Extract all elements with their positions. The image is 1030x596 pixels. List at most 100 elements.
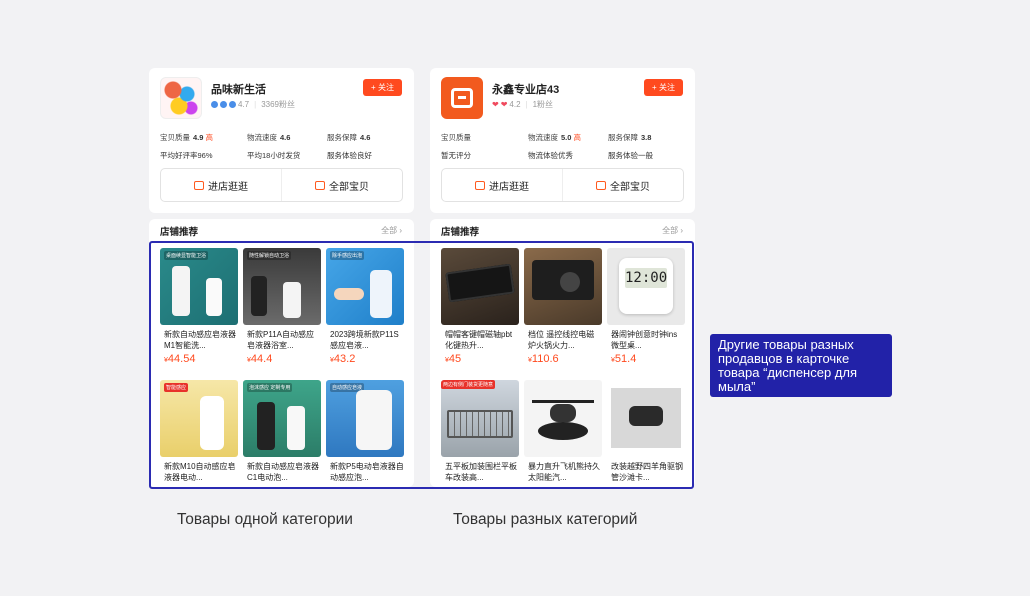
stat-label: 宝贝质量	[441, 133, 471, 142]
timer-display: 12:00	[625, 268, 668, 288]
product-card[interactable]: 改装越野四羊角驱钢管沙滩卡...	[607, 380, 685, 512]
product-name: 帽帽客键帽磁轴pbt化键热升...	[445, 330, 513, 350]
product-name: 暴力直升飞机熊持久太阳能汽...	[528, 462, 600, 482]
product-card[interactable]: 档位 遥控线控电磁炉火锅火力... ¥110.6	[524, 248, 602, 380]
shop-name[interactable]: 永鑫专业店43	[492, 81, 559, 97]
stat-sub: 物流体验优秀	[528, 151, 573, 160]
rotor-shape	[532, 400, 594, 403]
shop-stats: 宝贝质量 暂无评分 物流速度 5.0 高 物流体验优秀 服务保障 3.8 服务体验一般	[441, 132, 686, 162]
divider: |	[525, 100, 528, 109]
product-image: 12:00	[607, 248, 685, 325]
see-all-link[interactable]: 全部 ›	[381, 225, 402, 236]
product-name: 改装越野四羊角驱钢管沙滩卡...	[611, 462, 683, 482]
stat-label: 宝贝质量	[160, 133, 190, 142]
stat-sub: 暂无评分	[441, 151, 471, 160]
product-price: ¥43.2	[326, 353, 404, 365]
stat-logistics: 物流速度 5.0 高 物流体验优秀	[528, 132, 581, 161]
dispenser-shape	[283, 282, 301, 318]
dispenser-shape	[200, 396, 224, 450]
stat-sub: 服务体验一般	[608, 151, 653, 160]
chevron-right-icon: ›	[399, 226, 402, 235]
follow-button[interactable]: + 关注	[644, 79, 683, 96]
product-image: 桌面续显智能卫浴	[160, 248, 238, 325]
image-tag: 桌面续显智能卫浴	[164, 251, 209, 260]
hand-shape	[334, 288, 364, 300]
product-image: 智能感应	[160, 380, 238, 457]
heart-icon: ❤	[492, 100, 499, 109]
shop-logo[interactable]	[441, 77, 483, 119]
level-badge-icon	[220, 101, 227, 108]
shop-header: 永鑫专业店43 ❤ ❤ 4.2 | 1粉丝 + 关注	[441, 77, 683, 121]
bag-icon	[315, 180, 325, 190]
price-value: 51.4	[614, 353, 637, 365]
caption-right: Товары разных категорий	[453, 511, 638, 528]
product-price: ¥45	[441, 353, 519, 365]
stat-label: 物流速度	[528, 133, 558, 142]
product-name: 新款P11A自动感应皂液器浴室...	[247, 330, 314, 350]
product-name: 新款P5电动皂液器自动感应泡...	[330, 462, 404, 482]
base-shape	[538, 422, 588, 440]
shop-meta: ❤ ❤ 4.2 | 1粉丝	[492, 99, 553, 110]
bag-icon	[596, 180, 606, 190]
shop-stats: 宝贝质量 4.9 高 平均好评率96% 物流速度 4.6 平均18小时发货 服务保障 4…	[160, 132, 405, 162]
product-image: 泡沫感应 定制专用	[243, 380, 321, 457]
shop-meta: 4.7 | 3369粉丝	[211, 99, 295, 110]
stat-service: 服务保障 3.8 服务体验一般	[608, 132, 653, 161]
shop-actions: 进店逛逛 全部宝贝	[160, 168, 403, 202]
stat-value: 3.8	[641, 133, 652, 142]
product-card[interactable]: 自动感应皂液 新款P5电动皂液器自动感应泡...	[326, 380, 404, 512]
product-card[interactable]: 泡沫感应 定制专用 新款自动感应皂液器C1电动泡...	[243, 380, 321, 512]
shop-actions: 进店逛逛 全部宝贝	[441, 168, 684, 202]
all-items-button[interactable]: 全部宝贝	[563, 169, 683, 201]
shop-recommendations-left: 店铺推荐 全部 › 桌面续显智能卫浴 新款自动感应皂液器M1智能洗... ¥44…	[149, 219, 414, 487]
chevron-right-icon: ›	[680, 226, 683, 235]
product-name: 器闹钟创意时钟ins微型桌...	[611, 330, 678, 350]
knob-shape	[560, 272, 580, 292]
product-grid: 桌面续显智能卫浴 新款自动感应皂液器M1智能洗... ¥44.54 随性解锁自动…	[160, 248, 405, 512]
product-image	[607, 380, 685, 457]
dispenser-shape	[356, 390, 392, 450]
product-price: ¥44.4	[243, 353, 321, 365]
caption-left: Товары одной категории	[177, 511, 353, 528]
store-card-right: 永鑫专业店43 ❤ ❤ 4.2 | 1粉丝 + 关注 宝贝质量 暂无评分 物流速…	[430, 68, 695, 213]
product-card[interactable]: 智能感应 新款M10自动感应皂液器电动...	[160, 380, 238, 512]
store-card-left: 品味新生活 4.7 | 3369粉丝 + 关注 宝贝质量 4.9 高 平均好评率96…	[149, 68, 414, 213]
product-image: 自动感应皂液	[326, 380, 404, 457]
image-tag: 随性解锁自动卫浴	[247, 251, 292, 260]
shop-followers: 3369粉丝	[261, 100, 295, 109]
price-value: 45	[448, 353, 462, 365]
product-card[interactable]: 两边有侧门装货更随意 五平板加装围栏平板车改装高...	[441, 380, 519, 512]
follow-button[interactable]: + 关注	[363, 79, 402, 96]
price-value: 43.2	[333, 353, 356, 365]
store-icon	[451, 88, 473, 108]
enter-shop-button[interactable]: 进店逛逛	[442, 169, 563, 201]
product-card[interactable]: 暴力直升飞机熊持久太阳能汽...	[524, 380, 602, 512]
shop-rating: 4.7	[238, 100, 250, 109]
image-tag: 智能感应	[164, 383, 189, 392]
product-name: 新款自动感应皂液器C1电动泡...	[247, 462, 319, 482]
dispenser-shape	[370, 270, 392, 318]
all-items-button[interactable]: 全部宝贝	[282, 169, 402, 201]
product-name: 五平板加装围栏平板车改装高...	[445, 462, 517, 482]
see-all-link[interactable]: 全部 ›	[662, 225, 683, 236]
product-card[interactable]: 除手感应出泡 2023跨境新款P11S感应皂液... ¥43.2	[326, 248, 404, 380]
product-card[interactable]: 桌面续显智能卫浴 新款自动感应皂液器M1智能洗... ¥44.54	[160, 248, 238, 380]
product-card[interactable]: 12:00 器闹钟创意时钟ins微型桌... ¥51.4	[607, 248, 685, 380]
heart-icon: ❤	[500, 100, 508, 109]
enter-shop-button[interactable]: 进店逛逛	[161, 169, 282, 201]
image-tag: 两边有侧门装货更随意	[441, 380, 496, 389]
product-card[interactable]: 随性解锁自动卫浴 新款P11A自动感应皂液器浴室... ¥44.4	[243, 248, 321, 380]
stat-sub: 服务体验良好	[327, 151, 372, 160]
shop-name[interactable]: 品味新生活	[211, 81, 266, 97]
all-items-label: 全部宝贝	[610, 181, 650, 193]
stat-value: 5.0	[561, 133, 572, 142]
product-card[interactable]: 帽帽客键帽磁轴pbt化键热升... ¥45	[441, 248, 519, 380]
truck-fence-shape	[447, 410, 513, 438]
stat-quality: 宝贝质量 4.9 高 平均好评率96%	[160, 132, 213, 161]
image-tag: 除手感应出泡	[330, 251, 365, 260]
product-image: 除手感应出泡	[326, 248, 404, 325]
see-all-label: 全部	[381, 226, 398, 235]
dispenser-shape	[172, 266, 190, 316]
shop-logo[interactable]	[160, 77, 202, 119]
stat-service: 服务保障 4.6 服务体验良好	[327, 132, 372, 161]
